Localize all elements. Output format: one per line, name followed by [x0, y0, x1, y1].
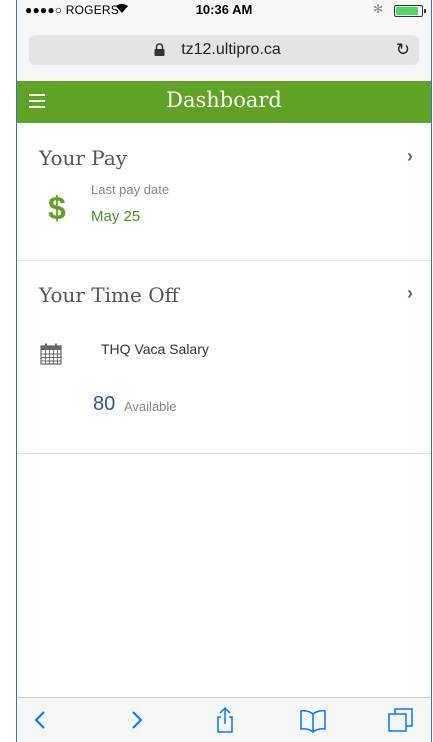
- status-bar: ●●●●○ ROGERS 10:36 AM ✻: [17, 0, 431, 20]
- last-pay-date-value: May 25: [91, 208, 141, 225]
- browser-address-area: tz12.ultipro.ca ↻: [17, 20, 431, 80]
- browser-toolbar: [17, 697, 431, 742]
- share-icon[interactable]: [211, 706, 239, 734]
- reload-icon[interactable]: ↻: [396, 40, 410, 60]
- time-off-balance: 80: [93, 393, 116, 415]
- battery-icon: [394, 5, 426, 17]
- clock: 10:36 AM: [195, 2, 253, 17]
- app-header: Dashboard: [17, 81, 431, 123]
- your-pay-title: Your Pay: [39, 146, 128, 170]
- your-time-off-title: Your Time Off: [39, 283, 179, 307]
- chevron-right-icon[interactable]: ›: [407, 146, 413, 167]
- page-title: Dashboard: [166, 88, 282, 112]
- chevron-right-icon[interactable]: ›: [407, 283, 413, 304]
- calendar-icon: [40, 343, 62, 365]
- dollar-icon: $: [48, 190, 66, 226]
- address-bar[interactable]: tz12.ultipro.ca ↻: [29, 35, 419, 65]
- back-icon[interactable]: [27, 706, 55, 734]
- bluetooth-icon: ✻: [372, 2, 383, 16]
- forward-icon[interactable]: [122, 706, 150, 734]
- tabs-icon[interactable]: [387, 706, 415, 734]
- time-off-plan-name: THQ Vaca Salary: [101, 341, 209, 357]
- bookmarks-icon[interactable]: [299, 706, 327, 734]
- time-off-balance-label: Available: [124, 399, 177, 414]
- phone-screen: ●●●●○ ROGERS 10:36 AM ✻ tz12.ultipro.ca …: [16, 0, 432, 742]
- your-time-off-card[interactable]: Your Time Off › THQ Vaca Salary 80 Avail…: [17, 261, 431, 454]
- last-pay-date-label: Last pay date: [91, 182, 170, 197]
- your-pay-card[interactable]: Your Pay › $ Last pay date May 25: [17, 124, 431, 261]
- url-text[interactable]: tz12.ultipro.ca: [29, 41, 419, 59]
